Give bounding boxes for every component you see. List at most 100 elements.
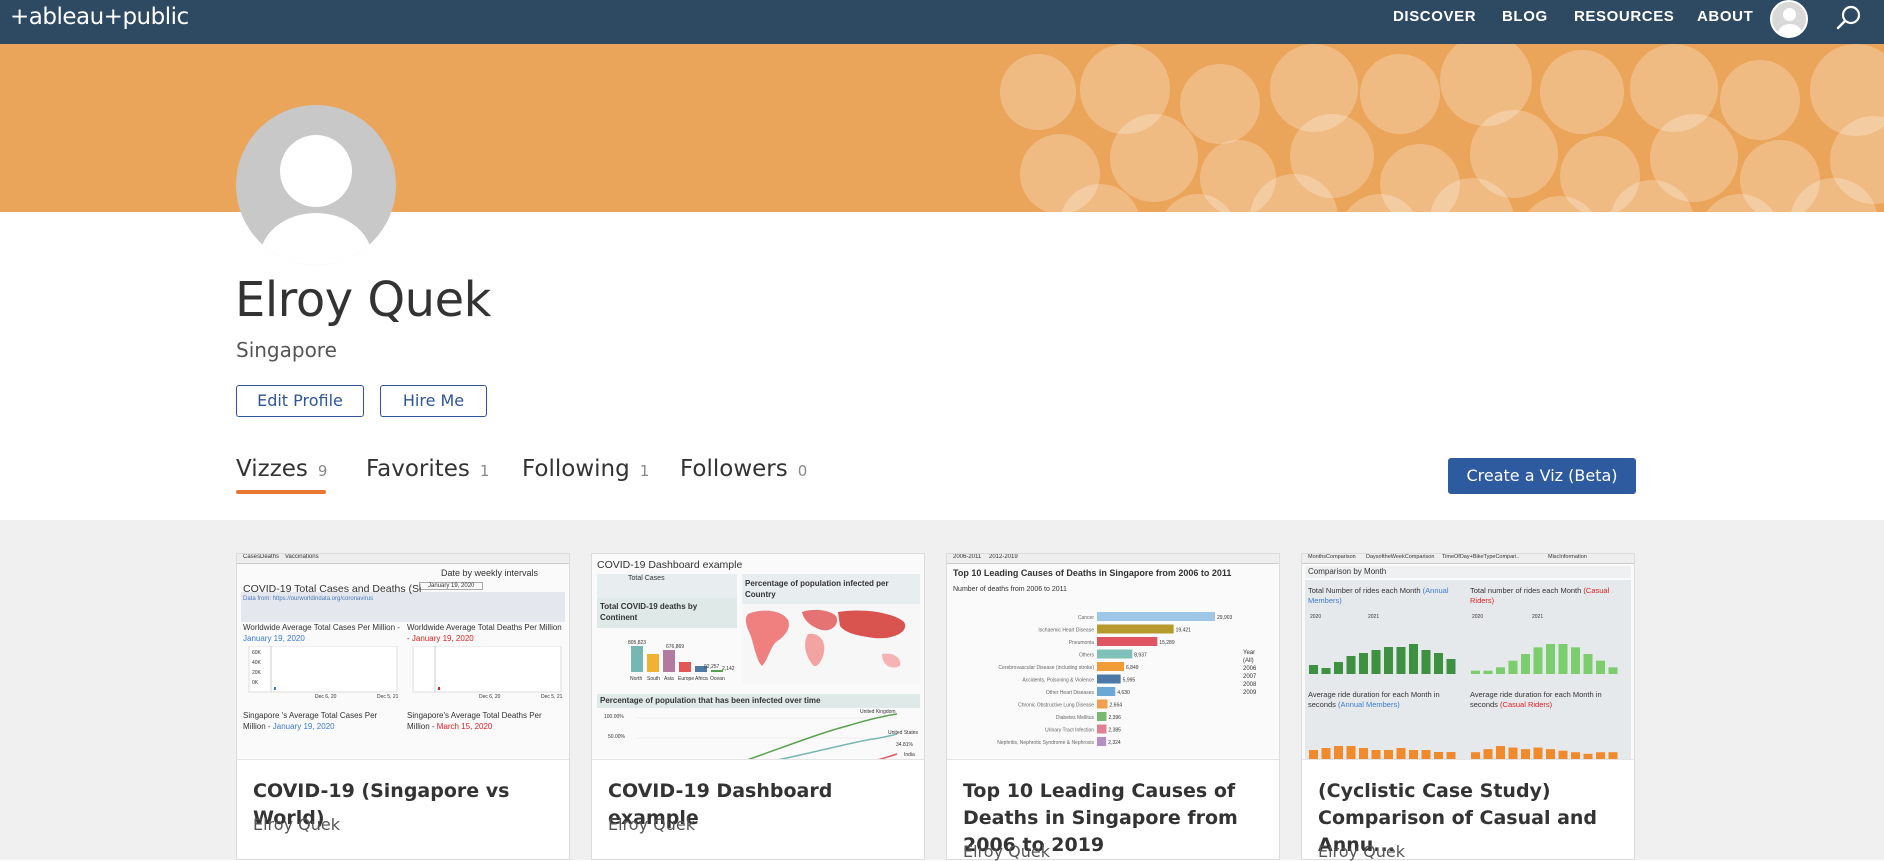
tab-following[interactable]: Following 1 <box>522 456 649 482</box>
thumb-question: Average ride duration for each Month in … <box>1308 690 1468 710</box>
nav-about[interactable]: ABOUT <box>1697 8 1753 25</box>
bar <box>1097 737 1107 746</box>
banner-circle <box>1180 64 1260 144</box>
thumb-y-tick: 60K <box>252 650 261 656</box>
bar-category-label: Cerebrovascular Disease (including strok… <box>998 665 1094 671</box>
viz-thumbnail[interactable]: 2006-2011 2012-2019 Top 10 Leading Cause… <box>947 554 1279 760</box>
thumb-x-tick: Dec 6, 20 <box>315 694 337 700</box>
thumb-panel-title: Worldwide Average Total Deaths Per Milli… <box>407 622 565 644</box>
thumb-legend-year: 2006 <box>1243 666 1257 672</box>
viz-card[interactable]: 2006-2011 2012-2019 Top 10 Leading Cause… <box>946 553 1280 861</box>
bar-value-label: 19,421 <box>1176 628 1192 634</box>
viz-author[interactable]: Elroy Quek <box>1318 842 1405 861</box>
active-tab-indicator <box>236 490 326 494</box>
casual-duration-bar <box>1583 753 1593 759</box>
viz-card[interactable]: MonthsComparison DaysoftheWeekComparison… <box>1301 553 1635 861</box>
thumb-pop-title: Percentage of population infected per Co… <box>745 579 889 599</box>
bar <box>1097 662 1125 671</box>
casual-rides-bar <box>1521 654 1530 674</box>
bar-category-label: Nephritis, Nephrotic Syndrome & Nephrosi… <box>997 740 1094 746</box>
member-rides-bar <box>1359 653 1368 674</box>
tab-label: Followers <box>680 456 788 482</box>
casual-duration-bar <box>1533 747 1543 759</box>
nav-discover[interactable]: DISCOVER <box>1393 8 1476 25</box>
thumb-heading: Comparison by Month <box>1308 567 1387 576</box>
bar-value-label: 2,396 <box>1108 715 1121 721</box>
thumb-subheading: Number of deaths from 2006 to 2011 <box>953 586 1067 593</box>
bar-value-label: 8,937 <box>1134 653 1147 659</box>
thumb-tab: CasesDeaths <box>243 554 280 560</box>
bar-value-label: 6,849 <box>1126 665 1139 671</box>
panel-date: January 19, 2020 <box>411 634 474 643</box>
thumb-question: Total Number of rides each Month (Annual… <box>1308 586 1468 606</box>
bar-value-label: 4,630 <box>1117 690 1130 696</box>
viz-thumbnail[interactable]: MonthsComparison DaysoftheWeekComparison… <box>1302 554 1634 760</box>
question-text: Total number of rides each Month <box>1470 586 1582 595</box>
member-rides-bar <box>1396 647 1406 674</box>
tab-label: Favorites <box>366 456 470 482</box>
thumb-world-map <box>742 604 920 684</box>
profile-avatar[interactable] <box>236 105 396 265</box>
member-duration-bar <box>1384 750 1393 759</box>
member-rides-bar <box>1384 647 1393 674</box>
create-viz-button[interactable]: Create a Viz (Beta) <box>1448 458 1636 494</box>
thumb-tab: DaysoftheWeekComparison <box>1366 554 1435 560</box>
member-duration-bar <box>1409 750 1418 759</box>
thumb-tab: MonthsComparison <box>1308 554 1356 560</box>
thumb-line-chart <box>637 713 898 759</box>
bar-value-label: 29,903 <box>1217 615 1233 621</box>
nav-blog[interactable]: BLOG <box>1502 8 1548 25</box>
viz-author[interactable]: Elroy Quek <box>608 815 695 834</box>
member-rides-bar <box>1434 653 1443 674</box>
bar-category-label: Cancer <box>1078 615 1094 621</box>
viz-card[interactable]: COVID-19 Dashboard example Total Cases T… <box>591 553 925 860</box>
thumb-line-label: India <box>904 752 915 758</box>
thumb-heading: COVID-19 Total Cases and Deaths (Si <box>243 583 422 595</box>
thumb-heading: Top 10 Leading Causes of Deaths in Singa… <box>953 568 1232 578</box>
thumb-continent-bars <box>631 646 723 672</box>
viz-author[interactable]: Elroy Quek <box>963 842 1050 861</box>
thumb-legend-year: 2008 <box>1243 682 1257 688</box>
thumb-question: Average ride duration for each Month in … <box>1470 690 1630 710</box>
panel-date: January 19, 2020 <box>272 722 335 731</box>
casual-rides-bar <box>1558 644 1568 674</box>
viz-thumbnail[interactable]: CasesDeaths Vaccinations Date by weekly … <box>237 554 569 760</box>
thumb-x-tick: Dec 6, 20 <box>479 694 501 700</box>
casual-rides-bar <box>1533 647 1543 674</box>
thumb-bar-label: 92,257 <box>704 664 720 670</box>
hire-me-button[interactable]: Hire Me <box>380 385 487 417</box>
tab-favorites[interactable]: Favorites 1 <box>366 456 489 482</box>
edit-profile-button[interactable]: Edit Profile <box>236 385 364 417</box>
viz-thumbnail[interactable]: COVID-19 Dashboard example Total Cases T… <box>592 554 924 760</box>
bar-category-label: Urinary Tract Infection <box>1045 728 1094 734</box>
tab-vizzes[interactable]: Vizzes 9 <box>236 456 327 482</box>
banner-circle <box>1540 50 1624 134</box>
search-icon[interactable] <box>1835 4 1863 32</box>
member-duration-bar <box>1434 752 1443 759</box>
casual-duration-bar <box>1496 746 1505 759</box>
bar-value-label: 5,995 <box>1123 678 1136 684</box>
thumb-y-tick: 50.00% <box>608 734 625 740</box>
thumb-tab: 2012-2019 <box>989 554 1018 560</box>
casual-rides-bar <box>1583 654 1593 674</box>
thumb-bar-label: 2,142 <box>722 666 735 672</box>
thumb-legend-year: 2009 <box>1243 690 1257 696</box>
question-tag: (Casual Riders) <box>1500 700 1553 709</box>
casual-rides-bar <box>1571 647 1580 674</box>
nav-resources[interactable]: RESOURCES <box>1574 8 1674 25</box>
thumb-date-label: Date by weekly intervals <box>441 568 539 578</box>
thumb-x-tick: Dec 5, 21 <box>377 694 399 700</box>
user-avatar-icon[interactable] <box>1770 0 1808 38</box>
viz-author[interactable]: Elroy Quek <box>253 815 340 834</box>
thumb-bar-label: 805,823 <box>628 640 647 646</box>
bar <box>1097 699 1108 709</box>
member-rides-bar <box>1446 659 1456 674</box>
tab-followers[interactable]: Followers 0 <box>680 456 807 482</box>
casual-rides-bar <box>1608 667 1618 674</box>
thumb-continent: Ocean <box>710 676 725 682</box>
casual-duration-bar <box>1471 752 1480 759</box>
tableau-public-logo[interactable]: +ableau+public <box>10 4 189 30</box>
viz-card[interactable]: CasesDeaths Vaccinations Date by weekly … <box>236 553 570 860</box>
tab-count: 0 <box>797 462 808 480</box>
thumb-causes-bars: Cancer 29,903 Ischaemic Heart Disease 19,42… <box>997 612 1233 746</box>
